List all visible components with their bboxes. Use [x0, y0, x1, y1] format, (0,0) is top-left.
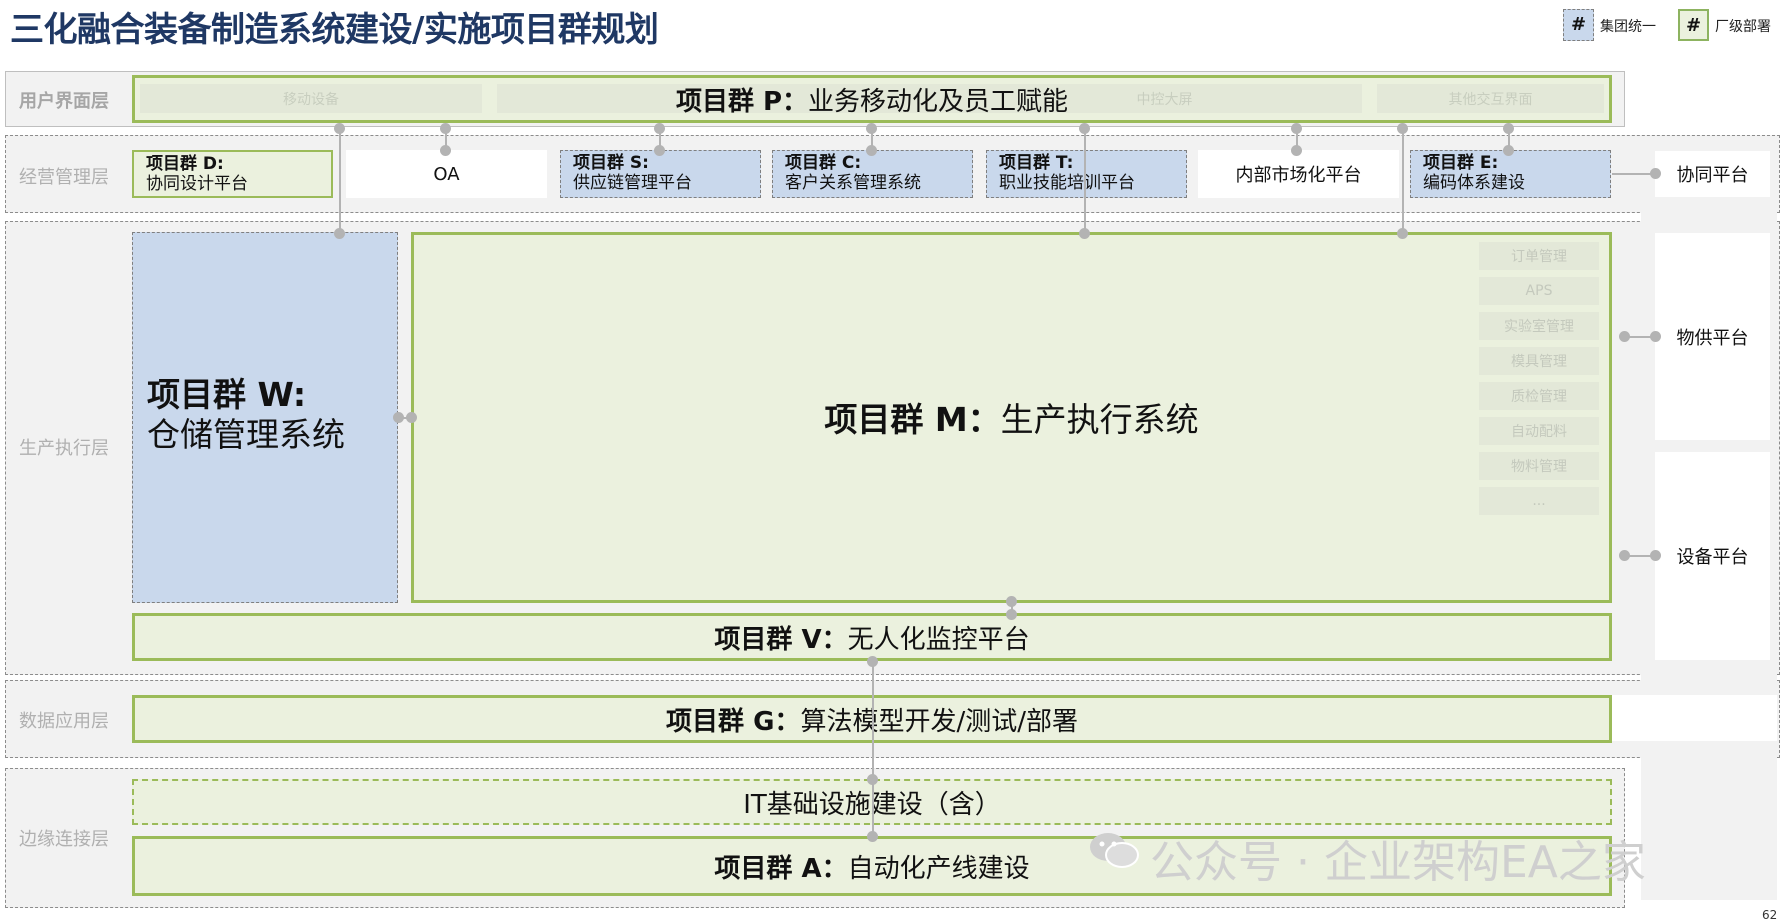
project-p-desc: 业务移动化及员工赋能 [808, 86, 1069, 117]
connector-dot [334, 228, 345, 239]
project-w-box: 项目群 W: 仓储管理系统 [132, 232, 398, 603]
connector-p-w [339, 127, 341, 234]
data-layer-blank [1612, 695, 1777, 741]
connector-dot [654, 123, 665, 134]
project-c-box: 项目群 C: 客户关系管理系统 [772, 150, 973, 198]
project-p-label: 项目群 P： 业务移动化及员工赋能 [132, 80, 1612, 118]
connector-dot [1291, 145, 1302, 156]
internal-market-box: 内部市场化平台 [1198, 150, 1399, 198]
project-a-name: 项目群 A： [714, 853, 848, 884]
layer-label-mgmt: 经营管理层 [19, 167, 109, 188]
supply-platform-box: 物供平台 [1655, 233, 1770, 440]
project-m-desc: 生产执行系统 [1000, 400, 1199, 439]
wechat-icon [1088, 830, 1140, 870]
m-module-mold: 模具管理 [1479, 347, 1599, 375]
connector-e-collab [1612, 173, 1655, 175]
connector-dot [654, 145, 665, 156]
connector-dot [1650, 550, 1661, 561]
connector-dot [1006, 609, 1017, 620]
equipment-platform-box: 设备平台 [1655, 452, 1770, 660]
connector-p-m-right [1402, 127, 1404, 234]
watermark-text: 公众号 · 企业架构EA之家 [1150, 837, 1646, 888]
project-c-desc: 客户关系管理系统 [785, 173, 921, 193]
project-a-desc: 自动化产线建设 [847, 853, 1030, 884]
layer-label-ui: 用户界面层 [19, 91, 109, 112]
project-e-desc: 编码体系建设 [1423, 173, 1525, 193]
connector-dot [406, 412, 417, 423]
m-module-lab: 实验室管理 [1479, 312, 1599, 340]
legend-plant-label: 厂级部署 [1715, 19, 1771, 35]
project-v-box: 项目群 V： 无人化监控平台 [132, 613, 1612, 661]
project-e-box: 项目群 E: 编码体系建设 [1410, 150, 1611, 198]
connector-dot [440, 123, 451, 134]
project-v-name: 项目群 V： [714, 624, 848, 655]
project-v-desc: 无人化监控平台 [847, 624, 1030, 655]
project-t-box: 项目群 T: 职业技能培训平台 [986, 150, 1187, 198]
connector-dot [1619, 550, 1630, 561]
legend-group-swatch: # [1563, 9, 1594, 41]
connector-v-g-a [872, 661, 874, 836]
connector-dot [867, 656, 878, 667]
project-t-desc: 职业技能培训平台 [999, 173, 1135, 193]
page-number: 62 [1762, 908, 1778, 922]
project-w-name: 项目群 W: [147, 375, 307, 414]
project-g-desc: 算法模型开发/测试/部署 [800, 706, 1078, 737]
oa-box: OA [346, 150, 547, 198]
connector-dot [440, 145, 451, 156]
connector-dot [866, 145, 877, 156]
project-c-name: 项目群 C: [785, 153, 862, 173]
connector-p-t-m [1084, 127, 1086, 234]
page-title: 三化融合装备制造系统建设/实施项目群规划 [10, 10, 659, 50]
layer-label-prod: 生产执行层 [19, 438, 109, 459]
m-module-batching: 自动配料 [1479, 417, 1599, 445]
connector-dot [1291, 123, 1302, 134]
project-d-box: 项目群 D: 协同设计平台 [132, 150, 333, 198]
project-m-name: 项目群 M： [824, 400, 1001, 439]
connector-dot [334, 123, 345, 134]
m-module-qc: 质检管理 [1479, 382, 1599, 410]
project-t-name: 项目群 T: [999, 153, 1074, 173]
project-p-name: 项目群 P： [675, 86, 809, 117]
connector-dot [1006, 596, 1017, 607]
collab-platform-box: 协同平台 [1655, 151, 1770, 197]
project-e-name: 项目群 E: [1423, 153, 1499, 173]
connector-dot [1503, 123, 1514, 134]
project-w-desc: 仓储管理系统 [147, 415, 345, 454]
m-module-order: 订单管理 [1479, 242, 1599, 270]
layer-label-edge: 边缘连接层 [19, 829, 109, 850]
connector-dot [1650, 331, 1661, 342]
project-d-name: 项目群 D: [146, 154, 224, 174]
connector-dot [1650, 168, 1661, 179]
connector-dot [866, 123, 877, 134]
legend-group-label: 集团统一 [1600, 19, 1656, 35]
project-g-name: 项目群 G： [666, 706, 801, 737]
project-s-name: 项目群 S: [573, 153, 649, 173]
project-s-box: 项目群 S: 供应链管理平台 [560, 150, 761, 198]
connector-dot [867, 831, 878, 842]
connector-dot [1079, 123, 1090, 134]
connector-dot [867, 774, 878, 785]
connector-dot [393, 412, 404, 423]
layer-label-data: 数据应用层 [19, 711, 109, 732]
legend-plant-swatch: # [1678, 9, 1709, 41]
project-s-desc: 供应链管理平台 [573, 173, 692, 193]
project-d-desc: 协同设计平台 [146, 174, 248, 194]
connector-dot [1503, 145, 1514, 156]
connector-dot [1397, 228, 1408, 239]
connector-dot [1619, 331, 1630, 342]
m-module-list: 订单管理 APS 实验室管理 模具管理 质检管理 自动配料 物料管理 ... [1479, 242, 1599, 515]
connector-dot [1079, 228, 1090, 239]
m-module-material: 物料管理 [1479, 452, 1599, 480]
project-m-label: 项目群 M： 生产执行系统 [411, 395, 1612, 439]
m-module-aps: APS [1479, 277, 1599, 305]
connector-dot [1397, 123, 1408, 134]
m-module-more: ... [1479, 487, 1599, 515]
